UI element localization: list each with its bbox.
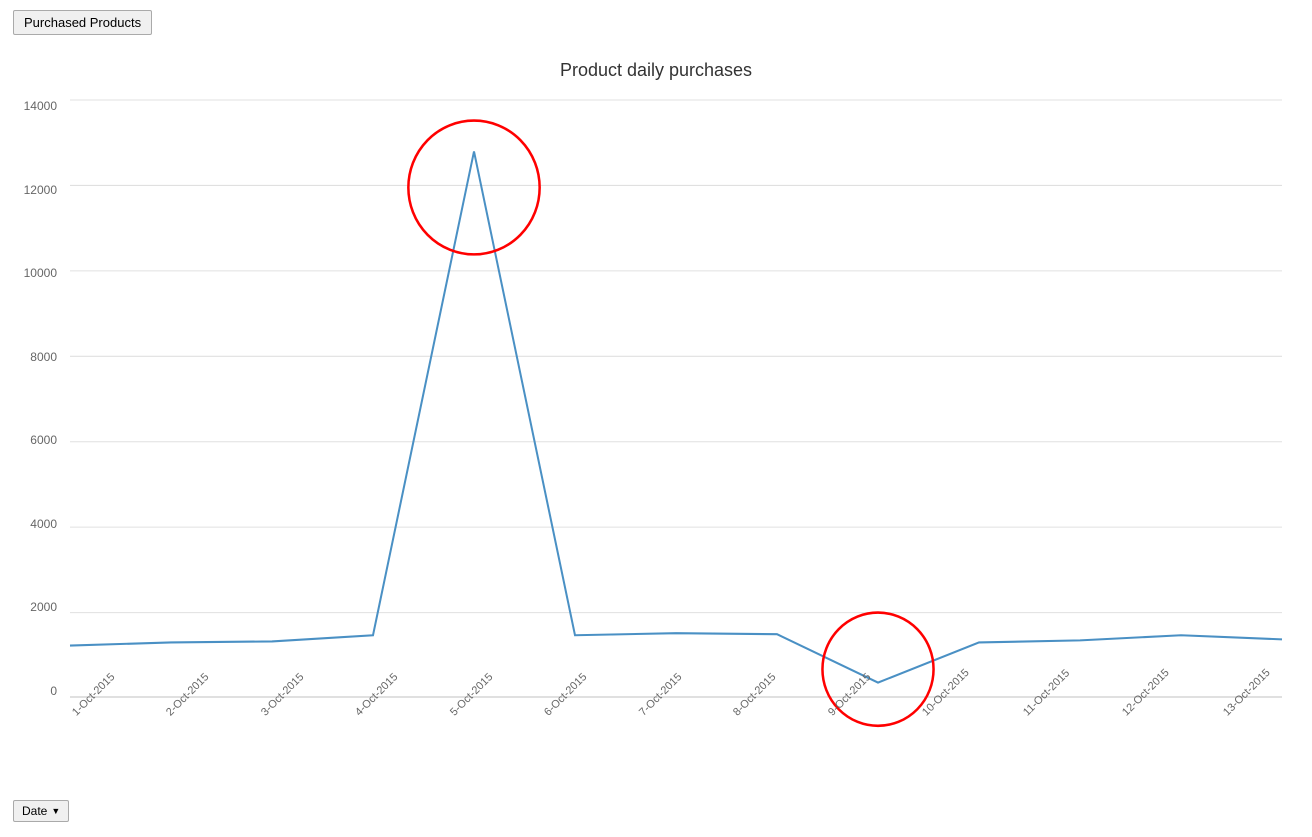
y-label-4000: 4000 — [30, 518, 57, 530]
chart-title: Product daily purchases — [0, 55, 1312, 81]
line-chart-svg — [70, 100, 1282, 697]
chart-container: Product daily purchases 14000 12000 1000… — [0, 55, 1312, 777]
y-label-0: 0 — [50, 685, 57, 697]
y-label-12000: 12000 — [24, 184, 57, 196]
y-label-2000: 2000 — [30, 601, 57, 613]
y-label-6000: 6000 — [30, 434, 57, 446]
x-axis-labels: 1-Oct-2015 2-Oct-2015 3-Oct-2015 4-Oct-2… — [70, 702, 1282, 777]
date-filter-button[interactable]: Date — [13, 800, 69, 822]
y-label-8000: 8000 — [30, 351, 57, 363]
y-axis-labels: 14000 12000 10000 8000 6000 4000 2000 0 — [0, 100, 65, 697]
y-label-14000: 14000 — [24, 100, 57, 112]
data-line — [70, 151, 1282, 682]
bottom-bar: Date — [13, 800, 69, 822]
purchased-products-button[interactable]: Purchased Products — [13, 10, 152, 35]
y-label-10000: 10000 — [24, 267, 57, 279]
annotation-circle-spike — [408, 121, 539, 255]
chart-area — [70, 100, 1282, 697]
